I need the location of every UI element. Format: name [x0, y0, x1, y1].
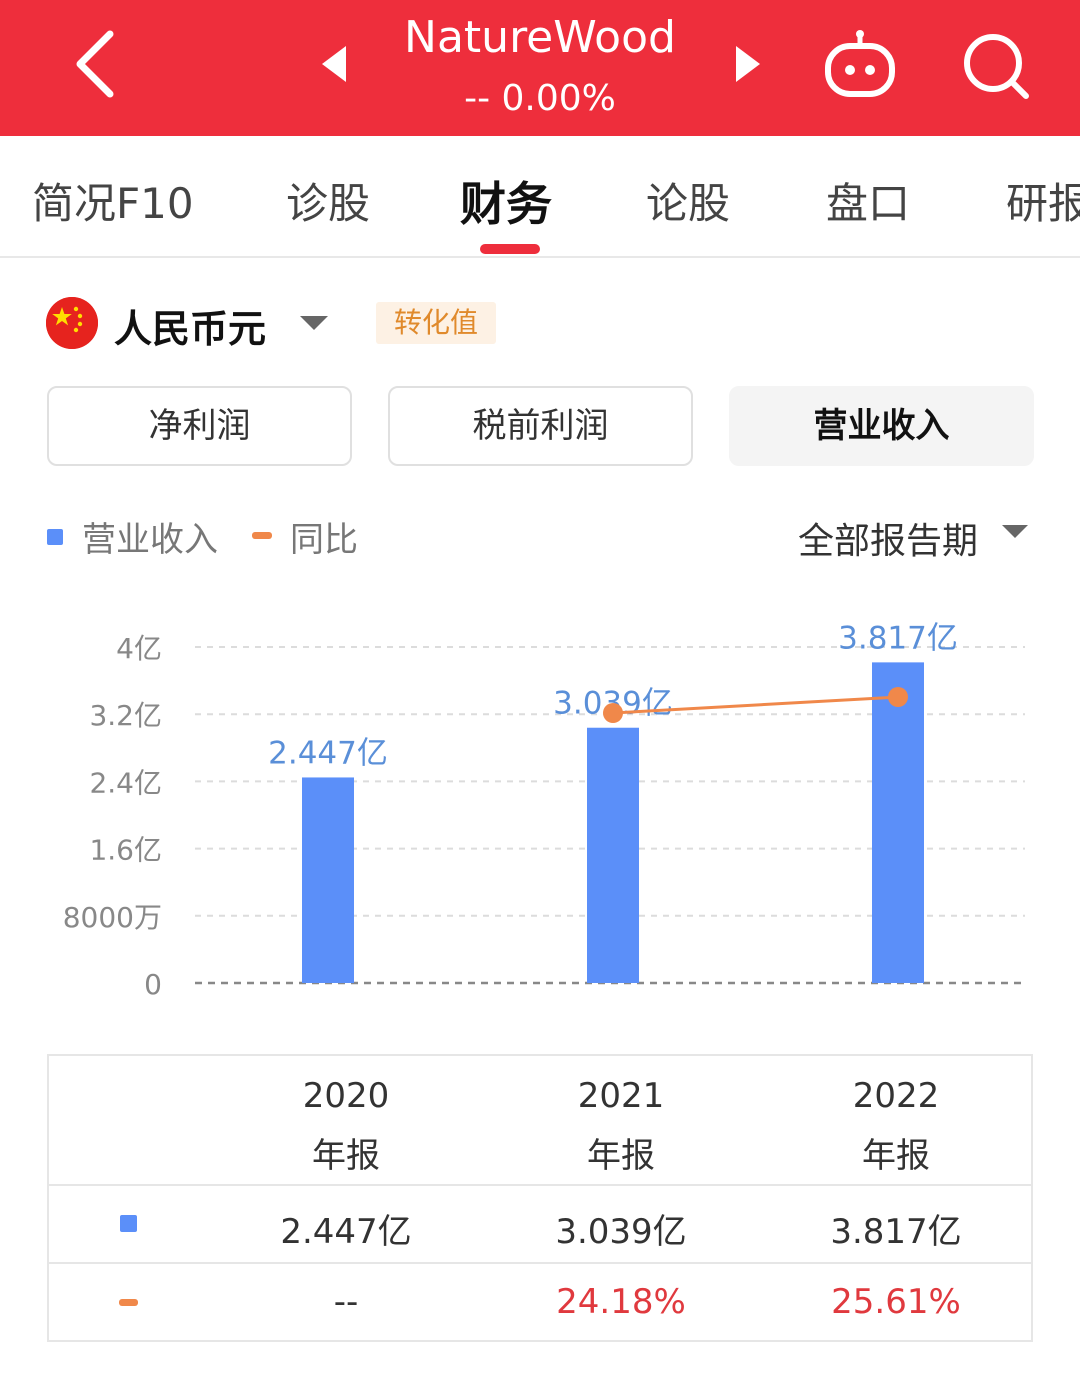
search-icon[interactable]: [960, 30, 1034, 102]
revenue-marker: [120, 1215, 137, 1232]
tab-research[interactable]: 研报: [1006, 170, 1080, 231]
y-tick-label: 4亿: [116, 632, 162, 665]
legend-revenue-marker: [47, 529, 63, 545]
converted-value-badge: 转化值: [376, 302, 496, 344]
metric-net-profit-button[interactable]: 净利润: [47, 386, 352, 466]
legend-yoy-marker: [252, 532, 272, 539]
revenue-table: 2020 年报 2021 年报 2022 年报 2.447亿 3.039亿 3.…: [47, 1054, 1033, 1342]
legend-yoy-label: 同比: [290, 520, 358, 560]
next-stock-icon[interactable]: [730, 42, 764, 86]
metric-revenue-button[interactable]: 营业收入: [729, 386, 1034, 466]
y-tick-label: 8000万: [63, 901, 162, 934]
bar-value-label: 3.817亿: [838, 620, 958, 656]
table-cell: --: [333, 1282, 359, 1322]
y-tick-label: 3.2亿: [89, 699, 162, 732]
column-report-type: 年报: [312, 1136, 380, 1176]
active-tab-indicator: [480, 244, 540, 254]
table-cell: 2.447亿: [280, 1212, 412, 1252]
revenue-bar: [872, 662, 924, 983]
tab-discussion[interactable]: 论股: [646, 170, 730, 231]
table-cell: 24.18%: [556, 1282, 686, 1322]
tab-diagnosis[interactable]: 诊股: [286, 170, 370, 231]
revenue-chart: 08000万1.6亿2.4亿3.2亿4亿2.447亿3.039亿3.817亿: [63, 620, 1025, 1001]
table-cell: 3.817亿: [830, 1212, 962, 1252]
tab-overview-f10[interactable]: 简况F10: [32, 170, 194, 231]
table-cell: 3.039亿: [555, 1212, 687, 1252]
back-chevron-icon[interactable]: [62, 24, 132, 104]
stock-name: NatureWood: [404, 12, 676, 63]
china-flag-icon: [46, 297, 98, 349]
yoy-marker: [119, 1299, 138, 1306]
column-report-type: 年报: [862, 1136, 930, 1176]
caret-down-icon[interactable]: [1002, 525, 1028, 538]
y-tick-label: 2.4亿: [89, 766, 162, 799]
bar-value-label: 2.447亿: [268, 735, 388, 771]
column-year: 2021: [577, 1076, 665, 1116]
stock-change: -- 0.00%: [464, 78, 616, 119]
y-tick-label: 1.6亿: [89, 834, 162, 867]
tab-bar: 简况F10 诊股 财务 论股 盘口 研报: [0, 136, 1080, 258]
tab-order-book[interactable]: 盘口: [826, 170, 910, 231]
caret-down-icon[interactable]: [300, 316, 328, 330]
table-row-yoy: -- 24.18% 25.61%: [49, 1264, 1031, 1340]
prev-stock-icon[interactable]: [318, 42, 352, 86]
revenue-bar: [587, 727, 639, 983]
tab-finance[interactable]: 财务: [460, 168, 552, 234]
table-header-row: 2020 年报 2021 年报 2022 年报: [49, 1056, 1031, 1186]
yoy-point: [603, 703, 623, 723]
table-cell: 25.61%: [831, 1282, 961, 1322]
column-report-type: 年报: [587, 1136, 655, 1176]
revenue-bar: [302, 777, 354, 983]
robot-icon[interactable]: [822, 28, 898, 100]
y-tick-label: 0: [144, 968, 162, 1001]
legend-revenue-label: 营业收入: [82, 520, 218, 560]
table-row-revenue: 2.447亿 3.039亿 3.817亿: [49, 1186, 1031, 1264]
top-bar: NatureWood -- 0.00%: [0, 0, 1080, 136]
yoy-point: [888, 687, 908, 707]
metric-pretax-profit-button[interactable]: 税前利润: [388, 386, 693, 466]
report-period-selector[interactable]: 全部报告期: [798, 512, 978, 564]
currency-selector[interactable]: 人民币元: [114, 298, 266, 353]
column-year: 2022: [852, 1076, 940, 1116]
column-year: 2020: [302, 1076, 390, 1116]
